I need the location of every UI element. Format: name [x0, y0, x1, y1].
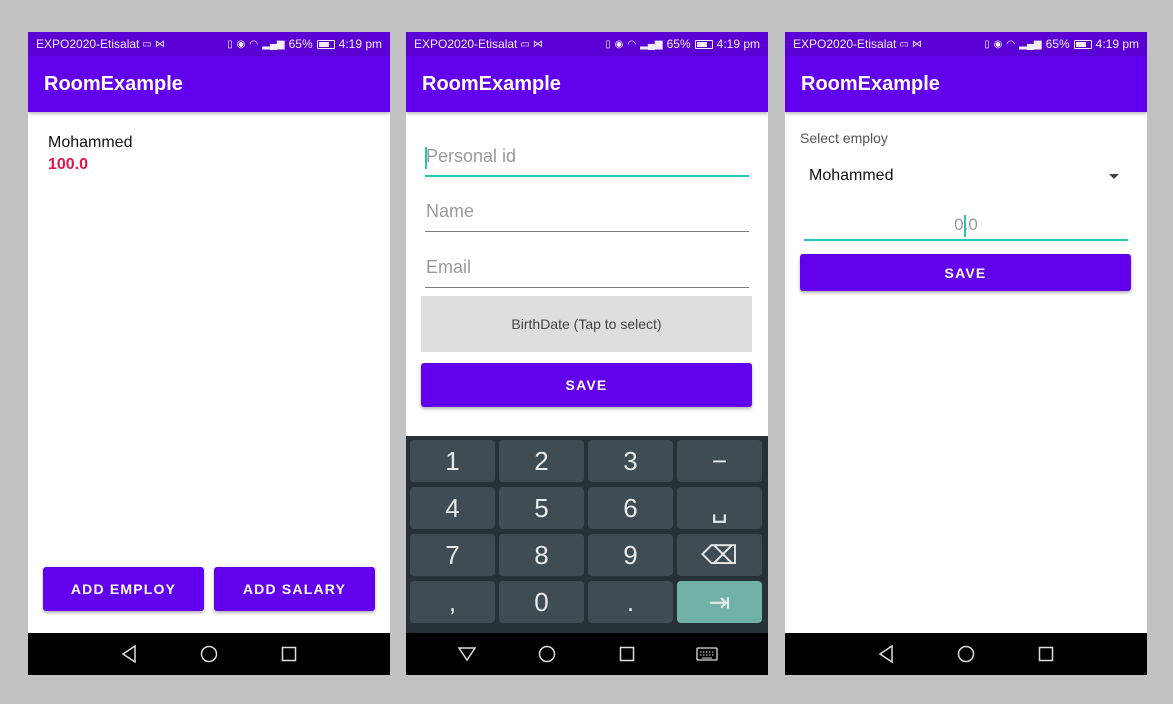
signal-icon: ▂▄▆: [262, 38, 285, 50]
key-4[interactable]: 4: [410, 487, 495, 529]
home-icon[interactable]: [169, 633, 249, 675]
key-7[interactable]: 7: [410, 534, 495, 576]
recents-icon[interactable]: [249, 633, 329, 675]
app-title: RoomExample: [406, 56, 768, 112]
signal-icon: ▂▄▆: [1019, 38, 1042, 50]
personal-id-field[interactable]: Personal id: [425, 141, 749, 177]
save-button[interactable]: SAVE: [800, 254, 1131, 291]
key-space[interactable]: ␣: [677, 487, 762, 529]
status-bar: EXPO2020-Etisalat ▭ ⋈ ▯ ◉ ◠ ▂▄▆ 65% 4:19 p…: [785, 32, 1147, 56]
hide-keyboard-icon[interactable]: [427, 633, 507, 675]
recents-icon[interactable]: [587, 633, 667, 675]
back-icon[interactable]: [846, 633, 926, 675]
battery-icon: [694, 39, 713, 49]
screen-add-employee: EXPO2020-Etisalat ▭ ⋈ ▯ ◉ ◠ ▂▄▆ 65% 4:19 p…: [406, 32, 768, 675]
eye-icon: ◉: [236, 38, 246, 50]
back-icon[interactable]: [89, 633, 169, 675]
clock: 4:19 pm: [1095, 37, 1139, 51]
key-period[interactable]: .: [588, 581, 673, 623]
key-0[interactable]: 0: [499, 581, 584, 623]
recents-icon[interactable]: [1006, 633, 1086, 675]
numeric-keyboard: 1 2 3− 4 5 6 ␣ 7 8 9 ⌫, 0. ⇥: [406, 436, 768, 633]
vibrate-icon: ▯: [605, 38, 611, 50]
add-salary-button[interactable]: ADD SALARY: [214, 567, 375, 611]
key-2[interactable]: 2: [499, 440, 584, 482]
wifi-icon: ◠: [1006, 38, 1016, 50]
signal-icon: ▂▄▆: [640, 38, 663, 50]
clock: 4:19 pm: [716, 37, 760, 51]
wifi-icon: ◠: [627, 38, 637, 50]
eye-icon: ◉: [614, 38, 624, 50]
mail-icon: ⋈: [911, 38, 922, 50]
keyboard-switch-icon[interactable]: [667, 633, 747, 675]
app-title: RoomExample: [28, 56, 390, 112]
clock: 4:19 pm: [338, 37, 382, 51]
salary-input[interactable]: 0.0: [804, 208, 1128, 241]
battery-icon: [316, 39, 335, 49]
eye-icon: ◉: [993, 38, 1003, 50]
carrier-name: EXPO2020-Etisalat: [36, 37, 140, 51]
key-tab[interactable]: ⇥: [677, 581, 762, 623]
app-title: RoomExample: [785, 56, 1147, 112]
status-bar: EXPO2020-Etisalat ▭ ⋈ ▯ ◉ ◠ ▂▄▆ 65% 4:19 p…: [406, 32, 768, 56]
employee-spinner[interactable]: Mohammed: [800, 158, 1131, 194]
vibrate-icon: ▯: [227, 38, 233, 50]
mail-icon: ⋈: [154, 38, 165, 50]
laptop-icon: ▭: [142, 38, 152, 50]
nav-bar: [785, 633, 1147, 675]
salary-placeholder: 0.0: [804, 215, 1128, 235]
battery-icon: [1073, 39, 1092, 49]
selected-employee: Mohammed: [809, 167, 894, 184]
key-9[interactable]: 9: [588, 534, 673, 576]
laptop-icon: ▭: [520, 38, 530, 50]
key-comma[interactable]: ,: [410, 581, 495, 623]
add-employ-button[interactable]: ADD EMPLOY: [43, 567, 204, 611]
mail-icon: ⋈: [532, 38, 543, 50]
email-placeholder: Email: [426, 257, 472, 277]
key-1[interactable]: 1: [410, 440, 495, 482]
screen-employee-list: EXPO2020-Etisalat ▭ ⋈ ▯ ◉ ◠ ▂▄▆ 65% 4:19 p…: [28, 32, 390, 675]
key-6[interactable]: 6: [588, 487, 673, 529]
name-placeholder: Name: [426, 201, 475, 221]
battery-percent: 65%: [288, 37, 313, 51]
status-bar: EXPO2020-Etisalat ▭ ⋈ ▯ ◉ ◠ ▂▄▆ 65% 4:19 p…: [28, 32, 390, 56]
text-caret: [964, 215, 966, 237]
battery-percent: 65%: [1045, 37, 1070, 51]
wifi-icon: ◠: [249, 38, 259, 50]
key-backspace[interactable]: ⌫: [677, 534, 762, 576]
nav-bar: [406, 633, 768, 675]
carrier-name: EXPO2020-Etisalat: [793, 37, 897, 51]
carrier-name: EXPO2020-Etisalat: [414, 37, 518, 51]
vibrate-icon: ▯: [984, 38, 990, 50]
key-5[interactable]: 5: [499, 487, 584, 529]
employee-name[interactable]: Mohammed: [48, 134, 132, 152]
email-field[interactable]: Email: [425, 252, 749, 288]
key-3[interactable]: 3: [588, 440, 673, 482]
dropdown-arrow-icon: [1109, 174, 1119, 179]
select-employ-label: Select employ: [800, 130, 888, 146]
home-icon[interactable]: [507, 633, 587, 675]
name-field[interactable]: Name: [425, 196, 749, 232]
employee-salary: 100.0: [48, 156, 89, 173]
key-8[interactable]: 8: [499, 534, 584, 576]
personal-id-placeholder: Personal id: [426, 146, 517, 166]
laptop-icon: ▭: [899, 38, 909, 50]
battery-percent: 65%: [666, 37, 691, 51]
birthdate-button[interactable]: BirthDate (Tap to select): [421, 296, 752, 352]
home-icon[interactable]: [926, 633, 1006, 675]
screen-add-salary: EXPO2020-Etisalat ▭ ⋈ ▯ ◉ ◠ ▂▄▆ 65% 4:19 p…: [785, 32, 1147, 675]
key-minus[interactable]: −: [677, 440, 762, 482]
nav-bar: [28, 633, 390, 675]
save-button[interactable]: SAVE: [421, 363, 752, 407]
